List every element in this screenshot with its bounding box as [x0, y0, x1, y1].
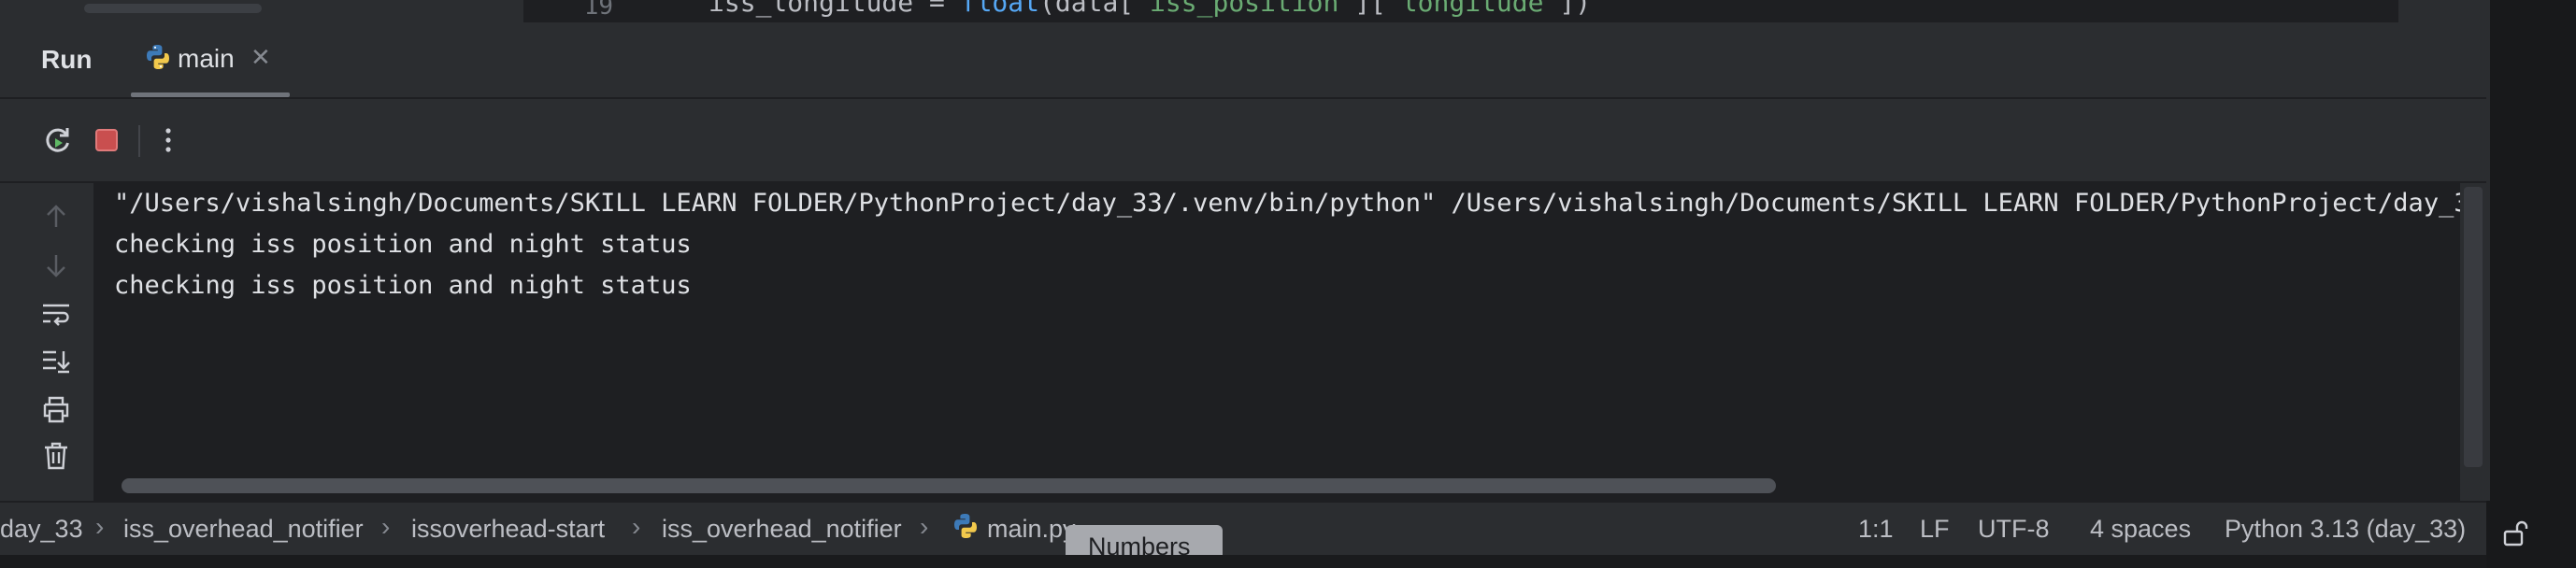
arrow-up-icon[interactable] — [37, 198, 75, 235]
breadcrumb-item[interactable]: issoverhead-start — [411, 515, 605, 544]
console-horizontal-scrollbar[interactable] — [114, 475, 2460, 495]
python-interpreter[interactable]: Python 3.13 (day_33) — [2225, 515, 2466, 544]
breadcrumb-item[interactable]: iss_overhead_notifier — [123, 515, 364, 544]
code-text: (data[ — [1039, 0, 1135, 18]
code-text: ][ — [1354, 0, 1386, 18]
breadcrumb-item[interactable]: day_33 — [0, 515, 83, 544]
tab-active-indicator — [131, 92, 290, 97]
line-number: 19 — [583, 0, 613, 21]
window-edge — [2486, 0, 2576, 568]
breadcrumb-item[interactable]: main.py — [987, 515, 1076, 544]
tab-main-label: main — [178, 44, 235, 73]
run-panel: Run main ✕ "/Users/vishalsingh/Documents… — [0, 22, 2486, 501]
code-string: "longitude" — [1385, 0, 1560, 18]
chevron-right-icon: › — [381, 512, 391, 541]
console-vertical-scrollbar-thumb[interactable] — [2464, 187, 2483, 467]
output-line: checking iss position and night status — [114, 230, 692, 259]
editor-strip: 19 iss_longitude = float(data["iss_posit… — [0, 0, 2486, 22]
code-line[interactable]: iss_longitude = float(data["iss_position… — [708, 0, 1591, 18]
editor-scrollbar-track[interactable] — [2398, 0, 2486, 22]
code-text: ]) — [1559, 0, 1592, 18]
soft-wrap-icon[interactable] — [37, 295, 75, 333]
toolbar-divider — [138, 125, 140, 157]
console: "/Users/vishalsingh/Documents/SKILL LEAR… — [0, 183, 2486, 501]
print-icon[interactable] — [37, 390, 75, 428]
trash-icon[interactable] — [37, 437, 75, 475]
code-text: iss_longitude = — [708, 0, 961, 18]
scroll-to-end-icon[interactable] — [37, 342, 75, 379]
code-function: float — [960, 0, 1040, 18]
tab-main[interactable]: main ✕ — [131, 22, 290, 97]
stop-icon[interactable] — [88, 121, 125, 159]
arrow-down-icon[interactable] — [37, 247, 75, 284]
project-tree-scrollbar[interactable] — [84, 4, 262, 13]
file-encoding[interactable]: UTF-8 — [1978, 515, 2050, 544]
run-tabbar: Run main ✕ — [0, 22, 2486, 99]
console-vertical-scrollbar[interactable] — [2460, 183, 2486, 501]
close-icon[interactable]: ✕ — [250, 43, 271, 72]
run-toolbar — [0, 99, 2486, 183]
more-vertical-icon[interactable] — [150, 121, 187, 159]
run-panel-title: Run — [41, 45, 93, 74]
python-icon — [144, 43, 172, 76]
desktop-strip — [0, 555, 2486, 568]
python-icon — [952, 512, 980, 547]
window-border — [2486, 0, 2490, 501]
chevron-right-icon: › — [95, 512, 105, 541]
console-side-toolbar — [0, 183, 93, 501]
output-line: "/Users/vishalsingh/Documents/SKILL LEAR… — [114, 189, 2468, 218]
caret-position[interactable]: 1:1 — [1858, 515, 1894, 544]
output-line: checking iss position and night status — [114, 271, 692, 300]
project-tree-strip — [0, 0, 523, 22]
breadcrumb-item[interactable]: iss_overhead_notifier — [662, 515, 902, 544]
status-bar: day_33 › iss_overhead_notifier › issover… — [0, 501, 2486, 557]
line-ending[interactable]: LF — [1920, 515, 1950, 544]
indent-setting[interactable]: 4 spaces — [2090, 515, 2191, 544]
chevron-right-icon: › — [920, 512, 929, 541]
console-horizontal-scrollbar-thumb[interactable] — [122, 478, 1776, 493]
chevron-right-icon: › — [632, 512, 641, 541]
console-output[interactable]: "/Users/vishalsingh/Documents/SKILL LEAR… — [93, 183, 2468, 501]
lock-icon[interactable] — [2501, 519, 2529, 552]
code-string: "iss_position" — [1134, 0, 1355, 18]
rerun-icon[interactable] — [39, 121, 77, 159]
editor-gutter: 19 — [523, 0, 617, 22]
